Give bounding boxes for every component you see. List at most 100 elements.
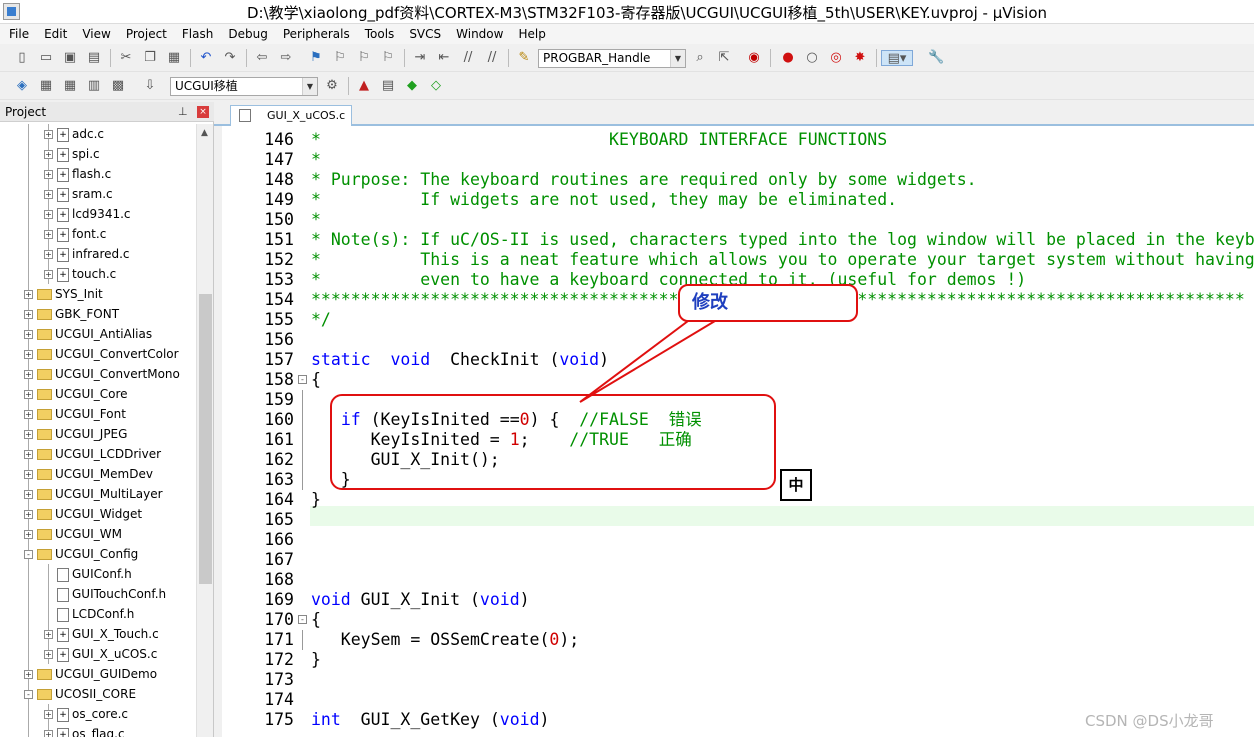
menu-tools[interactable]: Tools bbox=[356, 24, 401, 41]
menu-debug[interactable]: Debug bbox=[219, 24, 273, 41]
rebuild-icon[interactable]: ▦ bbox=[62, 78, 78, 94]
expand-icon[interactable]: + bbox=[24, 290, 33, 299]
tree-item[interactable]: - UCOSII_CORE bbox=[24, 684, 136, 704]
tree-item[interactable]: + UCGUI_Font bbox=[24, 404, 126, 424]
expand-icon[interactable]: + bbox=[24, 330, 33, 339]
tree-item[interactable]: + + touch.c bbox=[44, 264, 116, 284]
paste-icon[interactable]: ▦ bbox=[166, 50, 182, 66]
fold-toggle-icon[interactable]: - bbox=[298, 375, 307, 384]
expand-icon[interactable]: + bbox=[44, 130, 53, 139]
comment-icon[interactable]: // bbox=[460, 50, 476, 66]
expand-icon[interactable]: + bbox=[24, 670, 33, 679]
tree-item[interactable]: + UCGUI_Widget bbox=[24, 504, 142, 524]
expand-icon[interactable]: + bbox=[24, 490, 33, 499]
configure-icon[interactable]: 🔧 bbox=[928, 50, 944, 66]
collapse-icon[interactable]: - bbox=[24, 550, 33, 559]
expand-icon[interactable]: + bbox=[24, 310, 33, 319]
disable-breakpoint-icon[interactable]: ○ bbox=[804, 50, 820, 66]
close-icon[interactable]: × bbox=[197, 106, 209, 118]
tree-item[interactable]: + + os_flag.c bbox=[44, 724, 125, 737]
window-layout-icon[interactable]: ▤▾ bbox=[881, 50, 913, 66]
scrollbar-thumb[interactable] bbox=[199, 294, 212, 584]
target-options-icon[interactable]: ⚙ bbox=[324, 78, 340, 94]
menu-peripherals[interactable]: Peripherals bbox=[274, 24, 356, 41]
expand-icon[interactable]: + bbox=[44, 150, 53, 159]
build-icon[interactable]: ▦ bbox=[38, 78, 54, 94]
tree-item[interactable]: + UCGUI_ConvertColor bbox=[24, 344, 179, 364]
ime-indicator[interactable]: 中 bbox=[780, 469, 812, 501]
tree-item[interactable]: + UCGUI_MemDev bbox=[24, 464, 153, 484]
tree-item[interactable]: + GBK_FONT bbox=[24, 304, 119, 324]
expand-icon[interactable]: + bbox=[24, 390, 33, 399]
select-packs-icon[interactable]: ◆ bbox=[404, 78, 420, 94]
batch-build-icon[interactable]: ▥ bbox=[86, 78, 102, 94]
undo-icon[interactable]: ↶ bbox=[198, 50, 214, 66]
next-bookmark-icon[interactable]: ⚐ bbox=[356, 50, 372, 66]
manage-project-items-icon[interactable]: ▤ bbox=[380, 78, 396, 94]
unindent-icon[interactable]: ⇤ bbox=[436, 50, 452, 66]
tree-item[interactable]: + + lcd9341.c bbox=[44, 204, 131, 224]
menu-file[interactable]: File bbox=[0, 24, 35, 41]
collapse-icon[interactable]: - bbox=[24, 690, 33, 699]
stop-build-icon[interactable]: ▩ bbox=[110, 78, 126, 94]
prev-bookmark-icon[interactable]: ⚐ bbox=[332, 50, 348, 66]
tree-item[interactable]: + + infrared.c bbox=[44, 244, 130, 264]
tree-item[interactable]: + + os_core.c bbox=[44, 704, 128, 724]
find-combo[interactable]: PROGBAR_Handle ▼ bbox=[538, 49, 686, 68]
project-tree-scrollbar[interactable]: ▲ bbox=[196, 124, 213, 737]
expand-icon[interactable]: + bbox=[44, 190, 53, 199]
scroll-up-icon[interactable]: ▲ bbox=[201, 128, 208, 138]
expand-icon[interactable]: + bbox=[44, 730, 53, 737]
bookmark-icon[interactable]: ⚑ bbox=[308, 50, 324, 66]
find-in-files-icon[interactable]: ✎ bbox=[516, 50, 532, 66]
tree-item[interactable]: GUITouchConf.h bbox=[44, 584, 166, 604]
tree-item[interactable]: + UCGUI_AntiAlias bbox=[24, 324, 152, 344]
tree-item[interactable]: + UCGUI_JPEG bbox=[24, 424, 127, 444]
tree-item[interactable]: + UCGUI_GUIDemo bbox=[24, 664, 157, 684]
chevron-down-icon[interactable]: ▼ bbox=[670, 50, 685, 67]
expand-icon[interactable]: + bbox=[44, 230, 53, 239]
download-icon[interactable]: ⇩ bbox=[142, 78, 158, 94]
expand-icon[interactable]: + bbox=[44, 710, 53, 719]
tab-gui-x-ucos[interactable]: GUI_X_uCOS.c bbox=[230, 105, 352, 126]
pin-icon[interactable]: ⊥ bbox=[178, 105, 188, 118]
expand-icon[interactable]: + bbox=[24, 410, 33, 419]
tree-item[interactable]: + + flash.c bbox=[44, 164, 111, 184]
chevron-down-icon[interactable]: ▼ bbox=[302, 78, 317, 95]
open-folder-icon[interactable]: ▭ bbox=[38, 50, 54, 66]
tree-item[interactable]: - UCGUI_Config bbox=[24, 544, 138, 564]
manage-rte-icon[interactable]: ◇ bbox=[428, 78, 444, 94]
tree-item[interactable]: + + GUI_X_uCOS.c bbox=[44, 644, 157, 664]
kill-breakpoints-icon[interactable]: ◎ bbox=[828, 50, 844, 66]
clear-bookmarks-icon[interactable]: ⚐ bbox=[380, 50, 396, 66]
tree-item[interactable]: + UCGUI_Core bbox=[24, 384, 128, 404]
expand-icon[interactable]: + bbox=[24, 510, 33, 519]
new-file-icon[interactable]: ▯ bbox=[14, 50, 30, 66]
cut-icon[interactable]: ✂ bbox=[118, 50, 134, 66]
expand-icon[interactable]: + bbox=[44, 210, 53, 219]
translate-icon[interactable]: ◈ bbox=[14, 78, 30, 94]
expand-icon[interactable]: + bbox=[44, 650, 53, 659]
tree-item[interactable]: + UCGUI_LCDDriver bbox=[24, 444, 161, 464]
menu-svcs[interactable]: SVCS bbox=[400, 24, 447, 41]
file-extensions-icon[interactable]: ▲ bbox=[356, 78, 372, 94]
expand-icon[interactable]: + bbox=[24, 450, 33, 459]
nav-forward-icon[interactable]: ⇨ bbox=[278, 50, 294, 66]
tree-item[interactable]: + UCGUI_ConvertMono bbox=[24, 364, 180, 384]
tree-item[interactable]: + + adc.c bbox=[44, 124, 104, 144]
tree-item[interactable]: + + sram.c bbox=[44, 184, 113, 204]
expand-icon[interactable]: + bbox=[24, 530, 33, 539]
expand-icon[interactable]: + bbox=[44, 630, 53, 639]
expand-icon[interactable]: + bbox=[44, 270, 53, 279]
find-icon[interactable]: ⌕ bbox=[692, 50, 708, 66]
tree-item[interactable]: + UCGUI_MultiLayer bbox=[24, 484, 163, 504]
breakpoint-icon[interactable]: ● bbox=[780, 50, 796, 66]
menu-flash[interactable]: Flash bbox=[173, 24, 219, 41]
nav-back-icon[interactable]: ⇦ bbox=[254, 50, 270, 66]
expand-icon[interactable]: + bbox=[44, 170, 53, 179]
expand-icon[interactable]: + bbox=[24, 350, 33, 359]
tree-item[interactable]: LCDConf.h bbox=[44, 604, 134, 624]
incremental-find-icon[interactable]: ⇱ bbox=[716, 50, 732, 66]
save-all-icon[interactable]: ▤ bbox=[86, 50, 102, 66]
menu-view[interactable]: View bbox=[73, 24, 116, 41]
